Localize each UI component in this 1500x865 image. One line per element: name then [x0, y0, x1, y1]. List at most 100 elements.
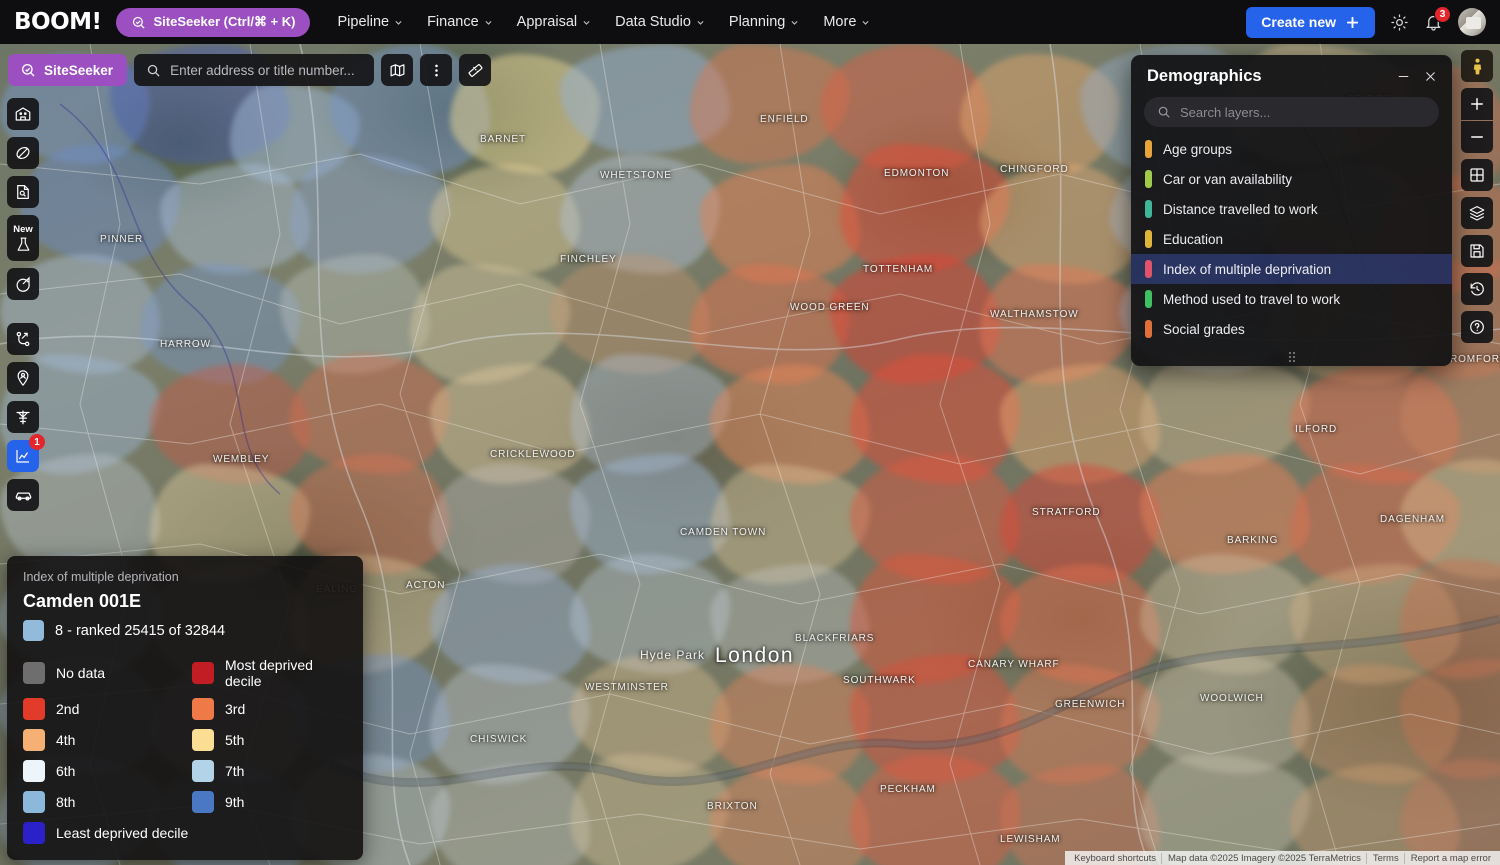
grip-dots-icon: [1288, 352, 1295, 362]
legend-item: Least deprived decile: [23, 822, 347, 844]
legend-selected-value: 8 - ranked 25415 of 32844: [23, 620, 347, 641]
close-panel-button[interactable]: [1423, 69, 1438, 84]
layer-label: Car or van availability: [1163, 171, 1293, 187]
documents-button[interactable]: [7, 176, 39, 208]
targeting-button[interactable]: [7, 268, 39, 300]
layer-label: Social grades: [1163, 321, 1245, 337]
nav-item-data-studio[interactable]: Data Studio: [604, 8, 716, 36]
user-avatar[interactable]: [1458, 8, 1486, 36]
demographics-layer-row[interactable]: Social grades: [1131, 314, 1452, 344]
nav-item-pipeline[interactable]: Pipeline: [326, 8, 414, 36]
nav-label-data-studio: Data Studio: [615, 14, 691, 30]
legend-item: 8th: [23, 791, 178, 813]
legend-label: 2nd: [56, 701, 80, 717]
zoom-in-button[interactable]: [1461, 88, 1493, 120]
more-options-button[interactable]: [420, 54, 453, 86]
layers-button[interactable]: [1461, 197, 1493, 229]
legend-label: No data: [56, 665, 106, 681]
grid-icon: [1470, 168, 1484, 182]
panel-resize-grip[interactable]: [1131, 348, 1452, 366]
legend-item: 9th: [192, 791, 347, 813]
compare-button[interactable]: [7, 323, 39, 355]
land-parcel-button[interactable]: [7, 137, 39, 169]
nav-item-more[interactable]: More: [812, 8, 881, 36]
demographics-layer-row[interactable]: Distance travelled to work: [1131, 194, 1452, 224]
demographics-panel-title: Demographics: [1147, 67, 1262, 85]
legend-swatch: [23, 760, 45, 782]
create-new-button[interactable]: Create new: [1246, 6, 1375, 38]
nav-item-finance[interactable]: Finance: [416, 8, 504, 36]
street-view-pegman[interactable]: [1461, 50, 1493, 82]
demographics-layer-row[interactable]: Age groups: [1131, 134, 1452, 164]
legend-swatch: [23, 729, 45, 751]
kebab-menu-icon: [434, 64, 438, 76]
layer-search-box[interactable]: [1144, 97, 1439, 127]
grid-button[interactable]: [1461, 159, 1493, 191]
theme-toggle-button[interactable]: [1390, 13, 1409, 32]
shuffle-icon: [16, 331, 30, 347]
report-map-error-link[interactable]: Report a map error: [1403, 852, 1496, 864]
help-button[interactable]: [1461, 311, 1493, 343]
document-search-icon: [17, 185, 29, 199]
demographics-panel-header: Demographics: [1131, 55, 1452, 95]
legend-swatch: [192, 698, 214, 720]
demographics-panel-actions: [1396, 69, 1438, 84]
siteseeker-command-button[interactable]: SiteSeeker (Ctrl/⌘ + K): [115, 7, 311, 37]
nav-label-finance: Finance: [427, 14, 479, 30]
parcel-icon: [16, 146, 30, 160]
legend-subtitle: Index of multiple deprivation: [23, 570, 179, 584]
transport-button[interactable]: [7, 479, 39, 511]
nav-label-pipeline: Pipeline: [337, 14, 390, 30]
sites-button[interactable]: [7, 98, 39, 130]
nav-item-appraisal[interactable]: Appraisal: [506, 8, 602, 36]
ownership-button[interactable]: [7, 362, 39, 394]
demographics-layer-row[interactable]: Car or van availability: [1131, 164, 1452, 194]
keyboard-shortcuts-link[interactable]: Keyboard shortcuts: [1069, 853, 1161, 864]
app-logo[interactable]: BOOM!: [14, 9, 102, 35]
history-button[interactable]: [1461, 273, 1493, 305]
ruler-icon: [468, 63, 483, 77]
legend-label: 7th: [225, 763, 245, 779]
demographics-layer-row[interactable]: Education: [1131, 224, 1452, 254]
layer-color-swatch: [1145, 230, 1152, 248]
siteseeker-map-chip[interactable]: SiteSeeker: [8, 54, 128, 86]
legend-decile-grid: No data Most deprived decile 2nd 3rd 4th 5th 6…: [23, 657, 347, 844]
sun-icon: [1391, 13, 1408, 31]
layers-icon: [1469, 206, 1485, 221]
basemap-button[interactable]: [381, 54, 414, 86]
minimize-panel-button[interactable]: [1396, 69, 1411, 84]
create-new-label: Create new: [1261, 14, 1336, 30]
top-navigation-bar: BOOM! SiteSeeker (Ctrl/⌘ + K) Pipeline F…: [0, 0, 1500, 44]
plus-icon: [1471, 98, 1483, 110]
layer-search-input[interactable]: [1180, 104, 1426, 120]
legend-item: 2nd: [23, 698, 178, 720]
map-canvas[interactable]: London Hyde Park WEMBLEY CRICKLEWOOD TOTTENH…: [0, 44, 1500, 865]
siteseeker-map-chip-label: SiteSeeker: [44, 62, 114, 78]
save-button[interactable]: [1461, 235, 1493, 267]
utilities-button[interactable]: [7, 401, 39, 433]
legend-swatch: [192, 729, 214, 751]
notifications-button[interactable]: 3: [1424, 5, 1451, 32]
floppy-disk-icon: [1470, 244, 1484, 258]
legend-label: 5th: [225, 732, 245, 748]
demographics-layer-row[interactable]: Index of multiple deprivation: [1131, 254, 1452, 284]
zoom-controls: [1461, 88, 1493, 153]
map-icon: [390, 63, 405, 76]
rail-divider: [7, 307, 39, 316]
plus-icon: [1346, 16, 1359, 28]
demographics-layer-row[interactable]: Method used to travel to work: [1131, 284, 1452, 314]
nav-label-more: More: [823, 14, 857, 30]
map-search-toolbar: SiteSeeker: [8, 54, 492, 86]
zoom-out-button[interactable]: [1461, 121, 1493, 153]
measure-button[interactable]: [459, 54, 492, 86]
chart-icon: [16, 450, 29, 463]
experiments-button[interactable]: New: [7, 215, 39, 261]
terms-link[interactable]: Terms: [1365, 852, 1404, 864]
demographics-button[interactable]: 1: [7, 434, 45, 472]
legend-label: 9th: [225, 794, 245, 810]
nav-item-planning[interactable]: Planning: [718, 8, 810, 36]
layer-color-swatch: [1145, 260, 1152, 278]
address-search-box[interactable]: [134, 54, 375, 86]
search-input[interactable]: [170, 62, 363, 78]
search-icon: [1158, 106, 1170, 118]
